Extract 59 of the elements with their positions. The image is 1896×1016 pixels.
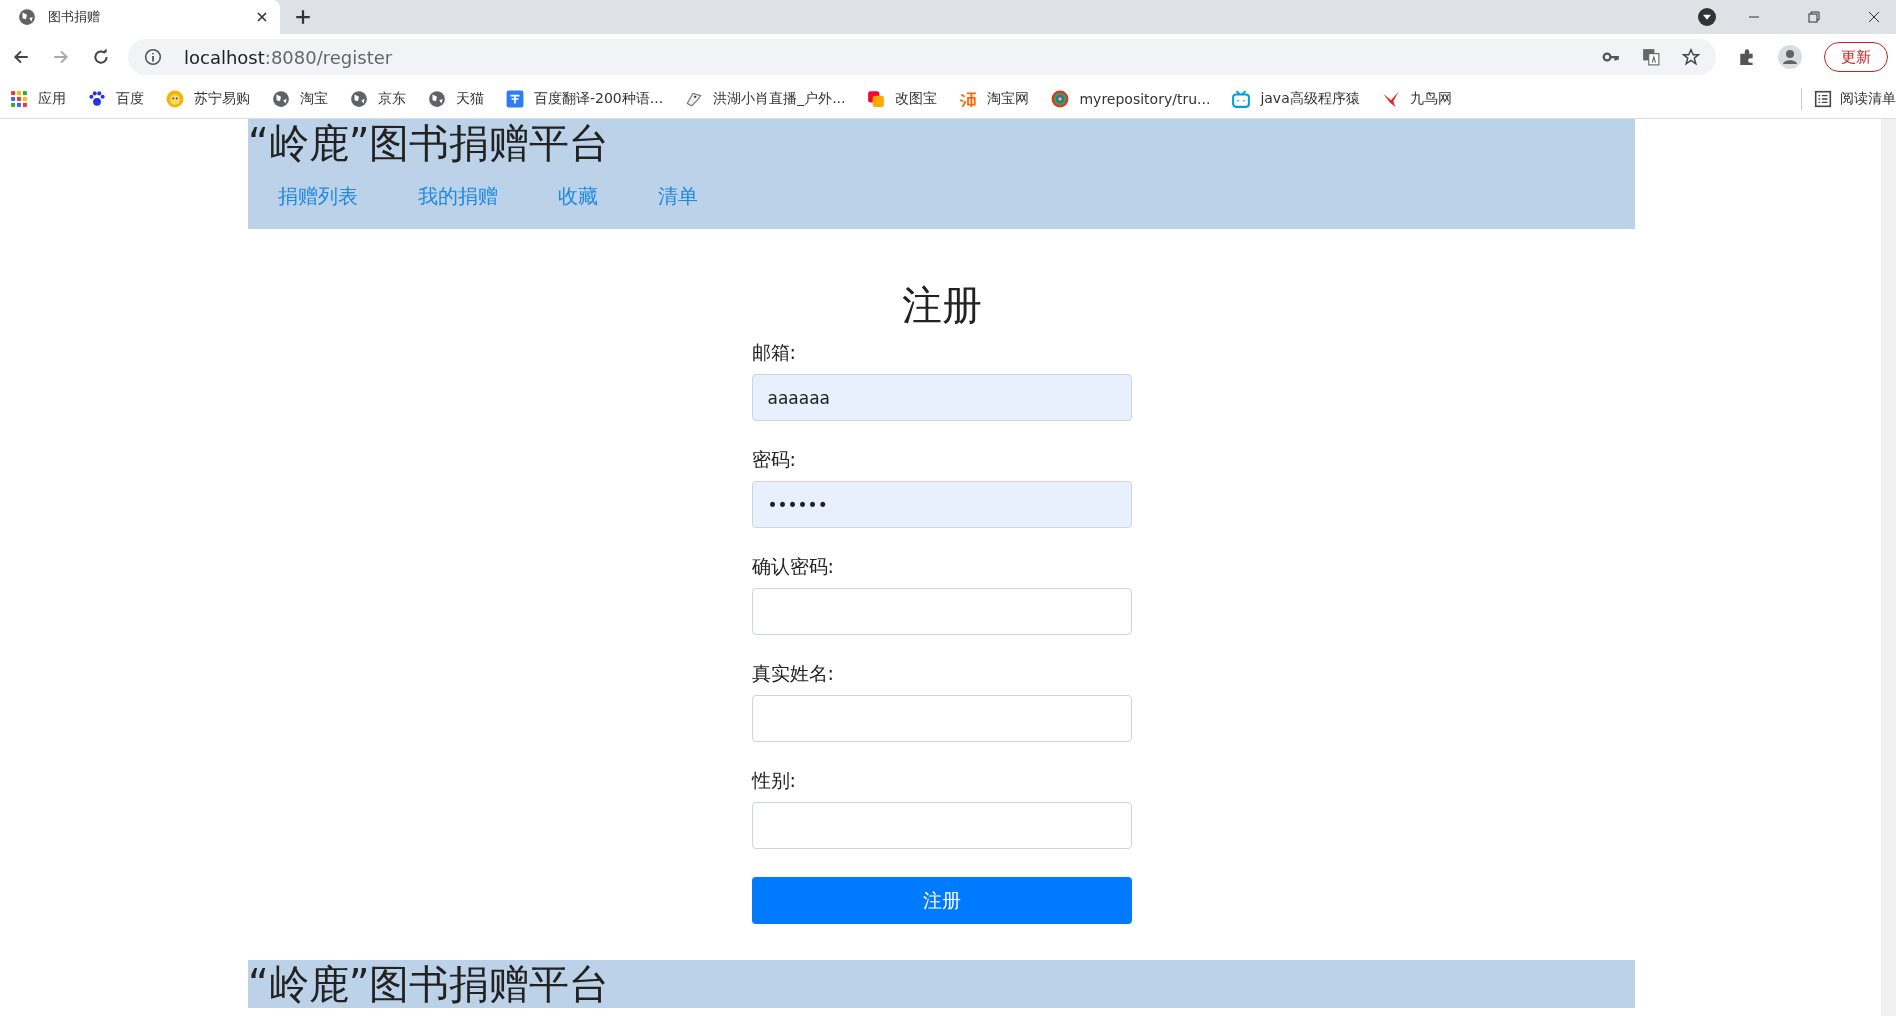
site-title: “岭鹿”图书捐赠平台	[248, 960, 611, 1008]
lion-face-icon	[166, 90, 184, 108]
globe-icon	[272, 90, 290, 108]
url-text: localhost:8080/register	[184, 46, 393, 68]
globe-icon	[18, 8, 36, 26]
input-field[interactable]	[751, 695, 1132, 742]
bookmark-item[interactable]: 改图宝	[867, 90, 938, 108]
bookmark-item[interactable]: myrepository/tru...	[1051, 90, 1211, 108]
input-field[interactable]	[751, 802, 1132, 849]
bookmark-item[interactable]: 苏宁易购	[166, 90, 250, 108]
form-title: 注册	[900, 281, 983, 329]
field-label: 确认密码:	[751, 554, 835, 579]
translate-icon[interactable]	[1642, 48, 1660, 66]
bookmark-item[interactable]: 百度翻译-200种语...	[506, 90, 664, 108]
plus-icon[interactable]	[294, 8, 312, 26]
address-bar[interactable]: localhost:8080/register	[128, 39, 1716, 75]
tab-title: 图书捐赠	[48, 8, 101, 26]
register-button[interactable]: 注册	[751, 877, 1132, 924]
tao-glyph-icon	[959, 90, 978, 108]
close-icon[interactable]	[256, 11, 268, 23]
bookmark-item[interactable]: 洪湖小肖直播_户外...	[685, 90, 846, 108]
list-icon	[1814, 90, 1832, 108]
globe-icon	[350, 90, 368, 108]
info-icon	[144, 48, 162, 66]
field-label: 真实姓名:	[751, 661, 835, 686]
dropdown-icon[interactable]	[1698, 8, 1716, 26]
browser-tab[interactable]: 图书捐赠	[0, 0, 280, 34]
bookmark-item[interactable]: 九鸟网	[1381, 90, 1452, 108]
bookmark-item[interactable]: 应用	[10, 90, 66, 108]
globe-icon	[428, 90, 446, 108]
bookmark-item[interactable]: 百度	[88, 90, 144, 108]
translate-icon	[506, 90, 524, 108]
tv-icon	[1232, 90, 1251, 108]
field-label: 密码:	[751, 447, 797, 472]
back-arrow-icon[interactable]	[12, 48, 30, 66]
scrollbar[interactable]	[1881, 119, 1896, 1016]
bookmark-item[interactable]: java高级程序猿	[1232, 90, 1360, 108]
input-field[interactable]	[751, 588, 1132, 635]
bookmark-item[interactable]: 京东	[350, 90, 406, 108]
squares-icon	[867, 90, 886, 108]
color-circle-icon	[1051, 90, 1070, 108]
puzzle-icon[interactable]	[1738, 48, 1756, 66]
app-grid-icon	[10, 90, 28, 108]
input-field[interactable]: aaaaaa	[751, 374, 1132, 421]
bookmark-item[interactable]: 天猫	[428, 90, 484, 108]
reading-list-link[interactable]: 阅读清单	[1840, 90, 1896, 108]
field-label: 邮箱:	[751, 340, 797, 365]
profile-avatar-icon[interactable]	[1778, 45, 1802, 69]
site-title: “岭鹿”图书捐赠平台	[248, 119, 611, 167]
paw-icon	[88, 90, 106, 108]
input-field[interactable]: ••••••	[751, 481, 1132, 528]
star-icon[interactable]	[1682, 48, 1700, 66]
reload-icon[interactable]	[92, 48, 110, 66]
update-button[interactable]: 更新	[1824, 42, 1888, 72]
bookmark-item[interactable]: 淘宝网	[959, 90, 1030, 108]
close-icon[interactable]	[1868, 11, 1880, 23]
field-label: 性别:	[751, 768, 797, 793]
bookmark-item[interactable]: 淘宝	[272, 90, 328, 108]
restore-icon[interactable]	[1808, 11, 1820, 23]
